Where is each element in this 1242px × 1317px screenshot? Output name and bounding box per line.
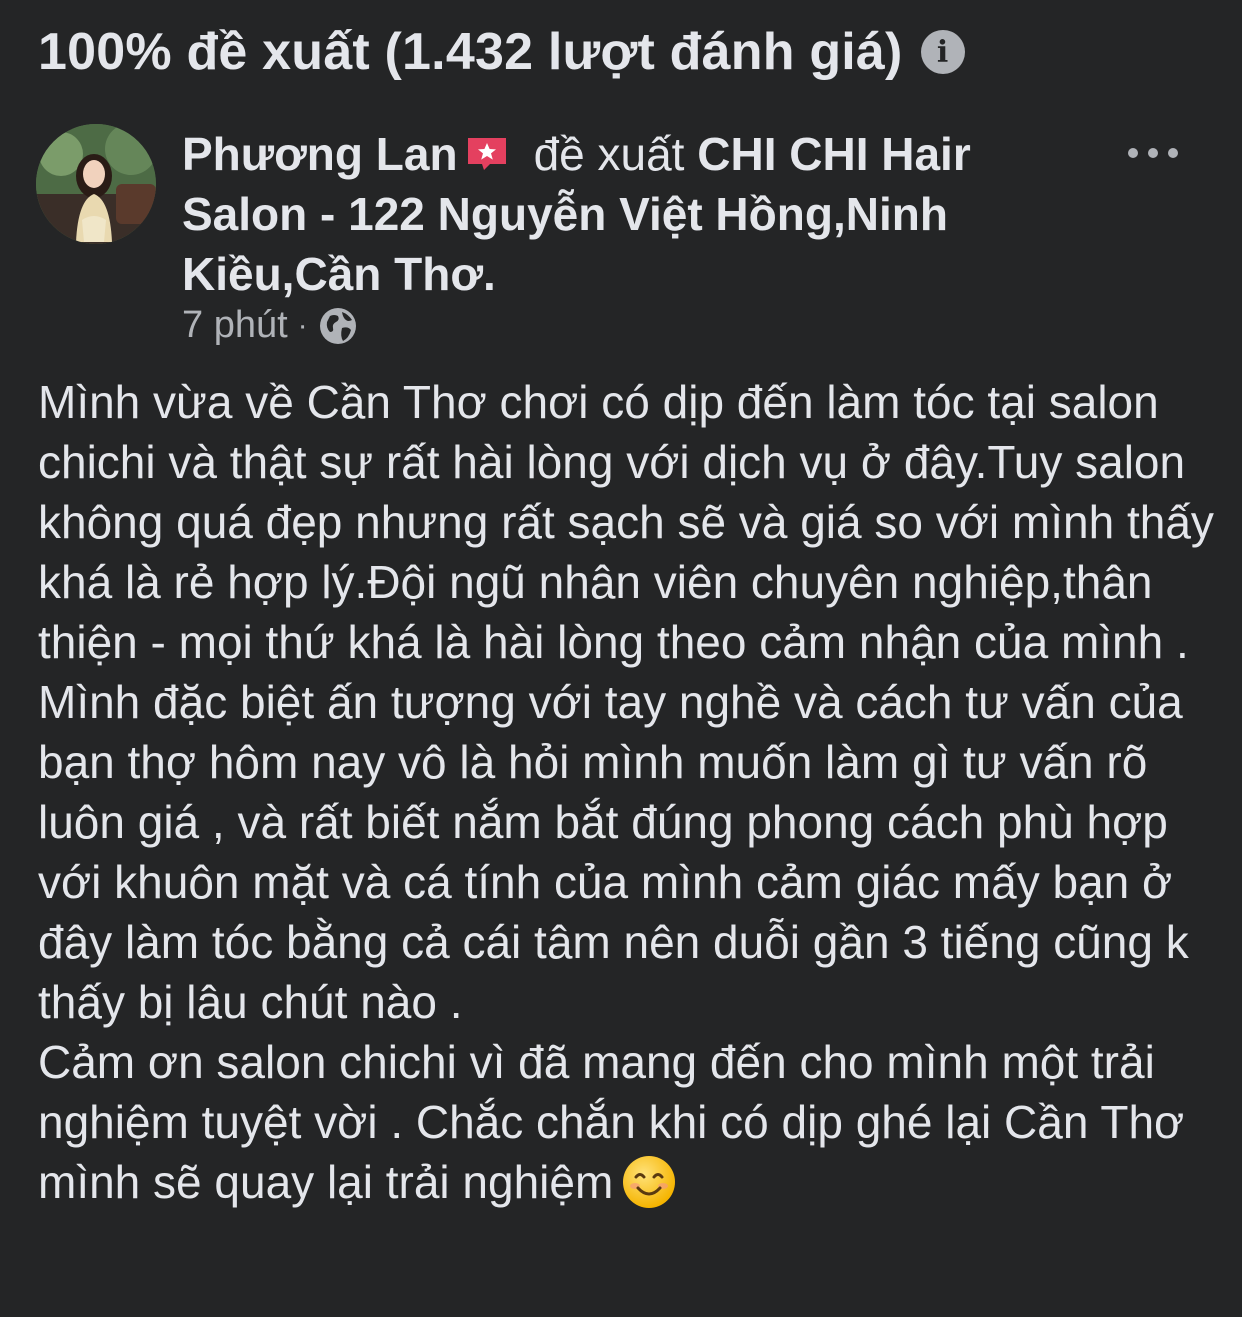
- more-dot: [1148, 148, 1158, 158]
- smiling-face-emoji-icon: [621, 1154, 677, 1210]
- globe-icon[interactable]: [318, 306, 358, 346]
- review-paragraph: Mình vừa về Cần Thơ chơi có dịp đến làm …: [38, 376, 1214, 668]
- top-fan-star-badge-icon: [464, 136, 510, 172]
- post-timestamp[interactable]: 7 phút: [182, 304, 288, 347]
- review-paragraph-text: Cảm ơn salon chichi vì đã mang đến cho m…: [38, 1036, 1185, 1208]
- more-options-icon[interactable]: [1128, 148, 1178, 158]
- post-meta: 7 phút ·: [182, 304, 358, 347]
- info-icon[interactable]: i: [920, 30, 965, 74]
- author-name[interactable]: Phương Lan: [182, 128, 458, 180]
- review-headline: Phương Lan đề xuất CHI CHI Hair Salon - …: [182, 124, 1102, 304]
- review-paragraph-last: Cảm ơn salon chichi vì đã mang đến cho m…: [38, 1032, 1218, 1212]
- review-body: Mình vừa về Cần Thơ chơi có dịp đến làm …: [38, 372, 1218, 1212]
- review-paragraph: Mình đặc biệt ấn tượng với tay nghề và c…: [38, 676, 1189, 1028]
- recommendation-summary-text: 100% đề xuất (1.432 lượt đánh giá): [38, 23, 903, 81]
- more-dot: [1128, 148, 1138, 158]
- recommendation-summary: 100% đề xuất (1.432 lượt đánh giá) i: [38, 22, 965, 82]
- avatar[interactable]: [36, 124, 156, 244]
- review-header: Phương Lan đề xuất CHI CHI Hair Salon - …: [36, 124, 1216, 304]
- meta-separator: ·: [297, 308, 308, 342]
- recommends-label: đề xuất: [533, 128, 685, 180]
- more-dot: [1168, 148, 1178, 158]
